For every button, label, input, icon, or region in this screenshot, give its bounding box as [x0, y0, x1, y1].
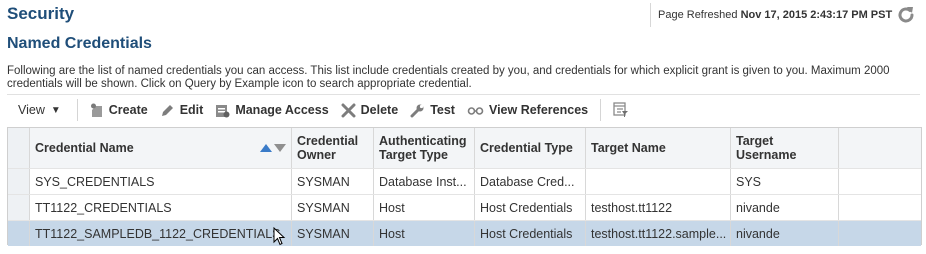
row-selector[interactable]	[8, 195, 29, 220]
cell-target-username: SYS	[730, 169, 838, 194]
refresh-text: Page Refreshed Nov 17, 2015 2:43:17 PM P…	[658, 9, 892, 21]
column-header-target-username[interactable]: Target Username	[730, 128, 838, 168]
manage-access-label: Manage Access	[235, 103, 329, 117]
delete-button[interactable]: Delete	[335, 98, 405, 122]
view-references-button[interactable]: View References	[461, 98, 594, 122]
page-refresh-status: Page Refreshed Nov 17, 2015 2:43:17 PM P…	[650, 3, 919, 27]
column-header-label: Credential Name	[35, 141, 134, 155]
cell-credential-owner: SYSMAN	[291, 195, 373, 220]
section-description: Following are the list of named credenti…	[7, 65, 890, 90]
mouse-pointer-icon	[273, 227, 286, 246]
test-label: Test	[430, 103, 455, 117]
column-header-filler	[838, 128, 921, 168]
create-label: Create	[108, 103, 148, 117]
edit-button[interactable]: Edit	[154, 98, 210, 122]
row-selector[interactable]	[8, 221, 29, 246]
cell-credential-owner: SYSMAN	[291, 221, 373, 246]
table-row[interactable]: TT1122_SAMPLEDB_1122_CREDENTIALS SYSMAN …	[8, 220, 921, 246]
row-selector[interactable]	[8, 169, 29, 194]
query-by-example-button[interactable]	[607, 98, 640, 122]
cell-credential-name: SYS_CREDENTIALS	[29, 169, 291, 194]
sort-ascending-icon[interactable]	[260, 144, 272, 152]
cell-credential-owner: SYSMAN	[291, 169, 373, 194]
cell-filler	[838, 195, 921, 220]
cell-target-name: testhost.tt1122.sample...	[585, 221, 730, 246]
cell-credential-type: Host Credentials	[474, 221, 585, 246]
cell-authenticating-target-type: Database Inst...	[373, 169, 474, 194]
table-row[interactable]: SYS_CREDENTIALS SYSMAN Database Inst... …	[8, 168, 921, 194]
column-header-credential-name[interactable]: Credential Name	[29, 128, 291, 168]
cell-credential-name: TT1122_CREDENTIALS	[29, 195, 291, 220]
test-button[interactable]: Test	[404, 98, 461, 122]
cell-target-name	[585, 169, 730, 194]
view-menu[interactable]: View ▼	[7, 98, 71, 122]
query-by-example-icon	[613, 102, 629, 117]
view-label: View	[18, 103, 45, 117]
table-header-row: Credential Name Credential Owner Authent…	[8, 128, 921, 168]
column-header-authenticating-target-type[interactable]: Authenticating Target Type	[373, 128, 474, 168]
chevron-down-icon: ▼	[50, 104, 61, 116]
refresh-icon[interactable]	[895, 4, 917, 26]
delete-icon	[341, 103, 356, 117]
toolbar-divider	[600, 99, 602, 121]
cell-authenticating-target-type: Host	[373, 195, 474, 220]
column-header-credential-type[interactable]: Credential Type	[474, 128, 585, 168]
cell-target-username: nivande	[730, 195, 838, 220]
edit-label: Edit	[179, 103, 204, 117]
view-references-label: View References	[488, 103, 589, 117]
toolbar-divider	[76, 99, 78, 121]
cell-credential-type: Host Credentials	[474, 195, 585, 220]
refresh-label: Page Refreshed	[658, 9, 738, 21]
glasses-icon	[467, 106, 484, 115]
toolbar: View ▼ Create Edit Manage Access Delete	[7, 94, 920, 125]
manage-access-button[interactable]: Manage Access	[209, 98, 334, 122]
pencil-icon	[161, 104, 173, 116]
create-button[interactable]: Create	[84, 98, 154, 122]
cell-filler	[838, 169, 921, 194]
column-header-credential-owner[interactable]: Credential Owner	[291, 128, 373, 168]
page-title: Security	[7, 4, 75, 23]
manage-access-icon	[216, 104, 230, 117]
sort-controls	[260, 144, 286, 152]
refresh-time: Nov 17, 2015 2:43:17 PM PST	[740, 9, 893, 21]
credentials-table: Credential Name Credential Owner Authent…	[7, 127, 922, 246]
delete-label: Delete	[360, 103, 399, 117]
wrench-icon	[410, 104, 424, 117]
cell-target-name: testhost.tt1122	[585, 195, 730, 220]
cell-authenticating-target-type: Host	[373, 221, 474, 246]
cell-target-username: nivande	[730, 221, 838, 246]
sort-descending-icon[interactable]	[274, 144, 286, 152]
section-title: Named Credentials	[7, 35, 152, 52]
table-row[interactable]: TT1122_CREDENTIALS SYSMAN Host Host Cred…	[8, 194, 921, 220]
create-icon	[90, 103, 102, 117]
cell-filler	[838, 221, 921, 246]
cell-credential-name: TT1122_SAMPLEDB_1122_CREDENTIALS	[29, 221, 291, 246]
cell-credential-type: Database Cred...	[474, 169, 585, 194]
column-header-target-name[interactable]: Target Name	[585, 128, 730, 168]
row-selector-header	[8, 128, 29, 168]
